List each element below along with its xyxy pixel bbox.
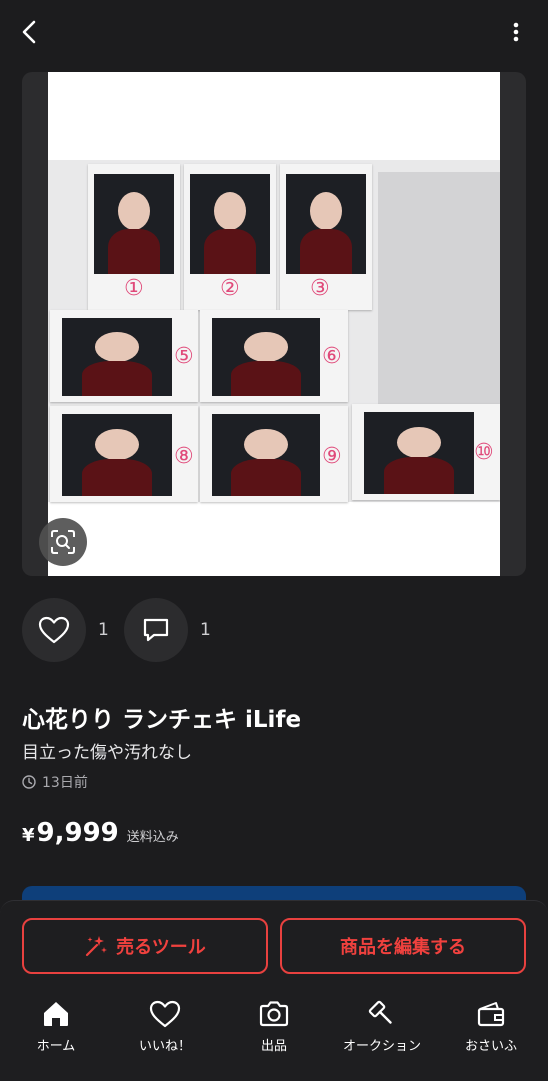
posted-time: 13日前	[22, 772, 88, 792]
comment-count: 1	[200, 620, 211, 640]
home-icon	[44, 1002, 68, 1026]
tab-bar: ホーム いいね！ 出品 オークション おさいふ	[0, 997, 548, 1067]
edit-item-label: 商品を編集する	[340, 937, 466, 958]
more-options-button[interactable]	[502, 16, 530, 48]
item-title: 心花りり ランチェキ iLife	[22, 707, 302, 733]
chevron-left-icon	[22, 20, 36, 44]
tab-label: いいね！	[138, 1039, 191, 1054]
tab-likes[interactable]: いいね！	[110, 997, 220, 1067]
cheki-photo	[62, 414, 172, 496]
bottom-panel: 売るツール 商品を編集する ホーム いいね！ 出品 オークション おさいふ	[0, 900, 548, 1081]
tab-label: オークション	[342, 1039, 421, 1054]
cheki-card-9: ⑨	[200, 406, 348, 502]
tab-wallet[interactable]: おさいふ	[436, 997, 546, 1067]
tab-label: ホーム	[36, 1039, 76, 1054]
cheki-card-2: ②	[184, 164, 276, 310]
cheki-card-1: ①	[88, 164, 180, 310]
clock-icon	[22, 775, 36, 789]
gavel-icon	[368, 1000, 392, 1024]
cheki-number: ⑩	[474, 440, 494, 465]
cheki-card-10: ⑩	[352, 404, 500, 500]
cheki-photo	[286, 174, 366, 274]
cheki-card-5: ⑤	[50, 310, 198, 402]
cheki-card-6: ⑥	[200, 310, 348, 402]
engagement-actions: 1 1	[22, 598, 322, 662]
like-count: 1	[98, 620, 109, 640]
cheki-photo	[364, 412, 474, 494]
sparkle-wand-icon	[86, 936, 108, 957]
product-photo[interactable]: ① ② ③ ⑤ ⑥ ⑧ ⑨ ⑩	[48, 72, 500, 576]
price-currency: ¥	[22, 825, 35, 846]
item-condition: 目立った傷や汚れなし	[22, 743, 192, 763]
cheki-photo	[212, 318, 320, 396]
cheki-photo	[94, 174, 174, 274]
price: ¥ 9,999 送料込み	[22, 818, 179, 848]
cheki-number: ⑤	[174, 344, 194, 369]
shipping-note: 送料込み	[126, 830, 179, 845]
tab-label: おさいふ	[464, 1039, 517, 1054]
like-button[interactable]	[22, 598, 86, 662]
tab-label: 出品	[260, 1039, 287, 1054]
cheki-number: ②	[220, 276, 240, 301]
cheki-card-8: ⑧	[50, 406, 198, 502]
edit-item-button[interactable]: 商品を編集する	[280, 918, 526, 974]
comment-icon	[143, 618, 169, 642]
price-amount: 9,999	[36, 818, 119, 848]
top-bar	[0, 0, 548, 64]
cheki-number: ⑥	[322, 344, 342, 369]
tab-home[interactable]: ホーム	[1, 997, 111, 1067]
cheki-number: ①	[124, 276, 144, 301]
wallet-icon	[477, 1002, 505, 1027]
heart-icon	[38, 616, 70, 644]
sell-tool-button[interactable]: 売るツール	[22, 918, 268, 974]
cheki-photo	[62, 318, 172, 396]
image-search-button[interactable]	[39, 518, 87, 566]
cheki-number: ⑧	[174, 444, 194, 469]
camera-icon	[259, 1001, 289, 1027]
comment-button[interactable]	[124, 598, 188, 662]
tab-listing[interactable]: 出品	[219, 997, 329, 1067]
back-button[interactable]	[12, 14, 48, 50]
posted-time-text: 13日前	[42, 775, 88, 791]
product-image-card[interactable]: ① ② ③ ⑤ ⑥ ⑧ ⑨ ⑩	[22, 72, 526, 576]
cheki-number: ⑨	[322, 444, 342, 469]
sell-tool-label: 売るツール	[116, 937, 206, 958]
tab-auction[interactable]: オークション	[327, 997, 437, 1067]
cheki-card-3: ③	[280, 164, 372, 310]
cheki-photo	[190, 174, 270, 274]
more-vertical-icon	[513, 22, 519, 42]
heart-icon	[149, 1000, 181, 1028]
cheki-number: ③	[310, 276, 330, 301]
image-search-icon	[51, 530, 75, 554]
cheki-photo	[212, 414, 320, 496]
blurred-region	[378, 172, 500, 404]
